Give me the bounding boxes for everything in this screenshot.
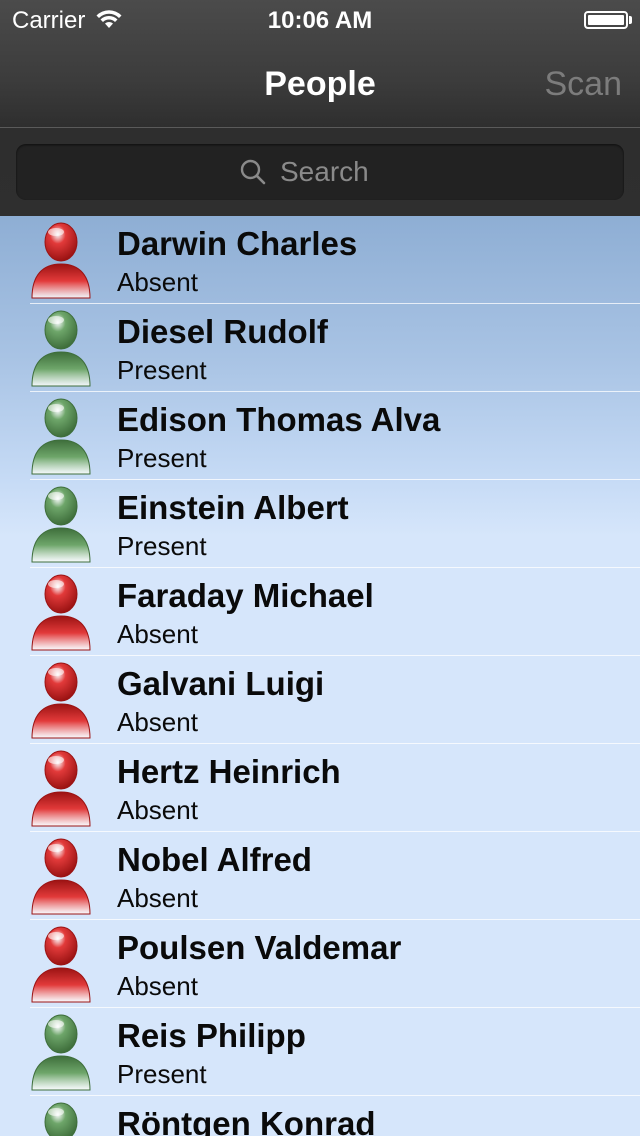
person-red-icon xyxy=(28,572,94,652)
person-status: Present xyxy=(117,1059,207,1089)
person-green-icon xyxy=(28,1012,94,1092)
person-row[interactable]: Reis Philipp Present xyxy=(0,1008,640,1096)
person-status: Absent xyxy=(117,707,198,737)
person-row[interactable]: Darwin Charles Absent xyxy=(0,216,640,304)
person-red-icon xyxy=(28,220,94,300)
top-bars: Carrier 10:06 AM People Scan xyxy=(0,0,640,216)
person-status: Absent xyxy=(117,619,198,649)
person-green-icon xyxy=(28,396,94,476)
person-name: Einstein Albert xyxy=(117,489,349,526)
scan-button[interactable]: Scan xyxy=(545,64,623,104)
person-red-icon xyxy=(28,836,94,916)
person-status: Absent xyxy=(117,971,198,1001)
person-name: Reis Philipp xyxy=(117,1017,306,1054)
person-row[interactable]: Edison Thomas Alva Present xyxy=(0,392,640,480)
search-icon xyxy=(240,159,266,185)
person-name: Röntgen Konrad xyxy=(117,1105,376,1136)
person-green-icon xyxy=(28,308,94,388)
person-row[interactable]: Diesel Rudolf Present xyxy=(0,304,640,392)
person-name: Galvani Luigi xyxy=(117,665,325,702)
person-name: Hertz Heinrich xyxy=(117,753,341,790)
person-red-icon xyxy=(28,748,94,828)
person-status: Present xyxy=(117,443,207,473)
navigation-bar: People Scan xyxy=(0,40,640,128)
status-bar: Carrier 10:06 AM xyxy=(0,0,640,40)
person-name: Faraday Michael xyxy=(117,577,374,614)
person-green-icon xyxy=(28,1100,94,1136)
people-list: Darwin Charles Absent Diesel Rudolf Present… xyxy=(0,216,640,1136)
person-name: Poulsen Valdemar xyxy=(117,929,402,966)
battery-tip xyxy=(629,16,632,24)
person-red-icon xyxy=(28,924,94,1004)
battery-icon xyxy=(584,11,628,29)
search-bar[interactable] xyxy=(16,144,624,200)
person-red-icon xyxy=(28,660,94,740)
person-row[interactable]: Hertz Heinrich Absent xyxy=(0,744,640,832)
person-status: Absent xyxy=(117,267,198,297)
person-row[interactable]: Röntgen Konrad xyxy=(0,1096,640,1136)
person-name: Darwin Charles xyxy=(117,225,358,262)
search-input[interactable] xyxy=(280,156,400,188)
person-name: Nobel Alfred xyxy=(117,841,312,878)
person-status: Absent xyxy=(117,795,198,825)
person-row[interactable]: Galvani Luigi Absent xyxy=(0,656,640,744)
person-row[interactable]: Faraday Michael Absent xyxy=(0,568,640,656)
person-row[interactable]: Nobel Alfred Absent xyxy=(0,832,640,920)
person-name: Diesel Rudolf xyxy=(117,313,328,350)
person-status: Absent xyxy=(117,883,198,913)
person-status: Present xyxy=(117,355,207,385)
person-row[interactable]: Poulsen Valdemar Absent xyxy=(0,920,640,1008)
status-time: 10:06 AM xyxy=(267,7,373,34)
person-row[interactable]: Einstein Albert Present xyxy=(0,480,640,568)
person-green-icon xyxy=(28,484,94,564)
person-status: Present xyxy=(117,531,207,561)
person-name: Edison Thomas Alva xyxy=(117,401,441,438)
